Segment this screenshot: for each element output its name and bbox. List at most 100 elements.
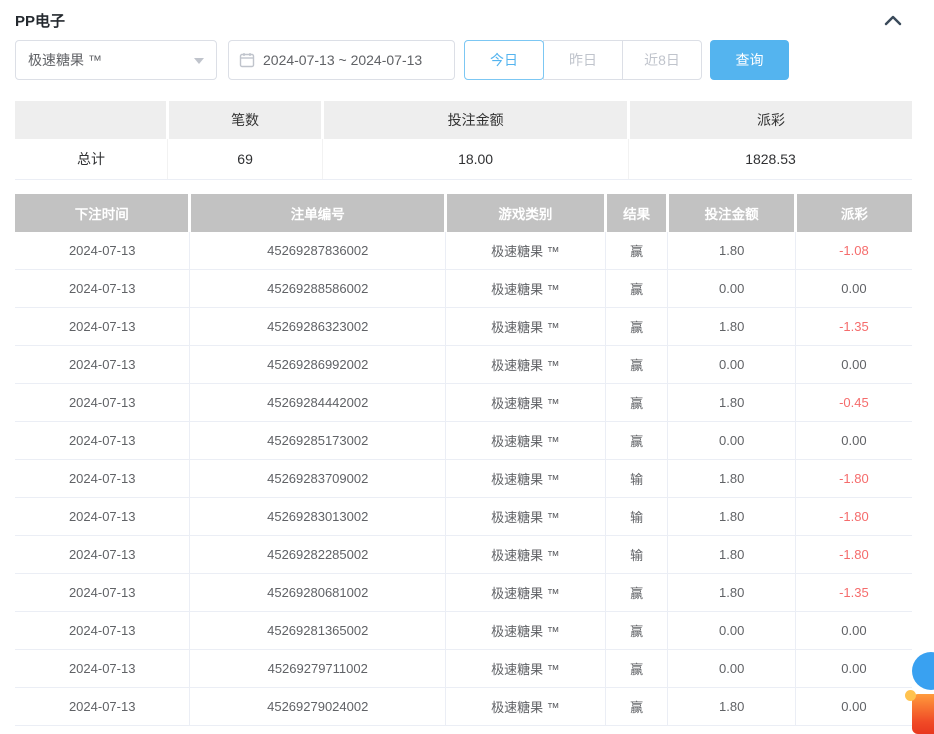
cell-bet-amount: 1.80 [668, 688, 795, 726]
cell-payout: -1.35 [795, 574, 912, 612]
records-header-result: 结果 [605, 194, 668, 232]
cell-bet-id: 45269283709002 [190, 460, 446, 498]
cell-bet-id: 45269281365002 [190, 612, 446, 650]
cell-result: 赢 [605, 612, 668, 650]
records-header-bet-id: 注单编号 [190, 194, 446, 232]
cell-game-type: 极速糖果 ™ [446, 384, 606, 422]
cell-bet-id: 45269287836002 [190, 232, 446, 270]
cell-bet-amount: 0.00 [668, 346, 795, 384]
cell-payout: -1.80 [795, 460, 912, 498]
collapse-panel-button[interactable] [882, 12, 904, 28]
records-header-row: 下注时间 注单编号 游戏类别 结果 投注金额 派彩 [15, 194, 912, 232]
cell-result: 赢 [605, 422, 668, 460]
cell-result: 赢 [605, 574, 668, 612]
summary-table: 笔数 投注金额 派彩 总计 69 18.00 1828.53 [15, 101, 912, 180]
cell-bet-id: 45269279024002 [190, 688, 446, 726]
summary-header-payout: 派彩 [629, 101, 912, 139]
cell-payout: -1.35 [795, 308, 912, 346]
cell-bet-time: 2024-07-13 [15, 574, 190, 612]
cell-game-type: 极速糖果 ™ [446, 232, 606, 270]
cell-bet-id: 45269280681002 [190, 574, 446, 612]
table-row: 2024-07-13 45269280681002 极速糖果 ™ 赢 1.80 … [15, 574, 912, 612]
cell-bet-id: 45269282285002 [190, 536, 446, 574]
cell-result: 赢 [605, 384, 668, 422]
coin-icon [905, 690, 916, 701]
cell-bet-id: 45269279711002 [190, 650, 446, 688]
red-packet-icon[interactable] [912, 694, 934, 734]
table-row: 2024-07-13 45269281365002 极速糖果 ™ 赢 0.00 … [15, 612, 912, 650]
cell-payout: -1.80 [795, 536, 912, 574]
quick-filter-yesterday[interactable]: 昨日 [543, 40, 623, 80]
summary-header-bet-amount: 投注金额 [323, 101, 629, 139]
cell-bet-time: 2024-07-13 [15, 688, 190, 726]
cell-game-type: 极速糖果 ™ [446, 574, 606, 612]
summary-total-count: 69 [167, 139, 322, 179]
cell-payout: -1.80 [795, 498, 912, 536]
cell-result: 赢 [605, 688, 668, 726]
cell-bet-amount: 1.80 [668, 498, 795, 536]
cell-bet-amount: 1.80 [668, 460, 795, 498]
panel-title: PP电子 [15, 10, 65, 31]
cell-bet-amount: 1.80 [668, 232, 795, 270]
cell-bet-id: 45269288586002 [190, 270, 446, 308]
cell-result: 赢 [605, 650, 668, 688]
cell-bet-time: 2024-07-13 [15, 422, 190, 460]
table-row: 2024-07-13 45269288586002 极速糖果 ™ 赢 0.00 … [15, 270, 912, 308]
table-row: 2024-07-13 45269286323002 极速糖果 ™ 赢 1.80 … [15, 308, 912, 346]
summary-total-bet-amount: 18.00 [323, 139, 629, 179]
table-row: 2024-07-13 45269279024002 极速糖果 ™ 赢 1.80 … [15, 688, 912, 726]
quick-filter-last8days[interactable]: 近8日 [622, 40, 702, 80]
panel-header: PP电子 [15, 0, 912, 22]
quick-filter-today[interactable]: 今日 [464, 40, 544, 80]
caret-down-icon [194, 58, 204, 69]
cell-bet-id: 45269284442002 [190, 384, 446, 422]
cell-bet-amount: 1.80 [668, 384, 795, 422]
summary-total-payout: 1828.53 [629, 139, 912, 179]
cell-bet-time: 2024-07-13 [15, 536, 190, 574]
cell-game-type: 极速糖果 ™ [446, 498, 606, 536]
cell-payout: -0.45 [795, 384, 912, 422]
date-range-picker[interactable]: 2024-07-13 ~ 2024-07-13 [228, 40, 455, 80]
cell-bet-amount: 0.00 [668, 422, 795, 460]
cell-bet-time: 2024-07-13 [15, 612, 190, 650]
cell-result: 赢 [605, 308, 668, 346]
calendar-icon [239, 52, 263, 68]
game-select[interactable]: 极速糖果 ™ [15, 40, 217, 80]
cell-result: 输 [605, 498, 668, 536]
cell-payout: 0.00 [795, 270, 912, 308]
cell-bet-id: 45269283013002 [190, 498, 446, 536]
records-header-payout: 派彩 [795, 194, 912, 232]
cell-bet-time: 2024-07-13 [15, 384, 190, 422]
records-body: 2024-07-13 45269287836002 极速糖果 ™ 赢 1.80 … [15, 232, 912, 726]
cell-game-type: 极速糖果 ™ [446, 536, 606, 574]
table-row: 2024-07-13 45269284442002 极速糖果 ™ 赢 1.80 … [15, 384, 912, 422]
search-button[interactable]: 查询 [710, 40, 789, 80]
records-header-bet-amount: 投注金额 [668, 194, 795, 232]
date-range-value: 2024-07-13 ~ 2024-07-13 [263, 52, 422, 68]
table-row: 2024-07-13 45269283013002 极速糖果 ™ 输 1.80 … [15, 498, 912, 536]
cell-bet-amount: 0.00 [668, 650, 795, 688]
summary-header-count: 笔数 [167, 101, 322, 139]
quick-date-group: 今日 昨日 近8日 [464, 40, 702, 80]
cell-result: 输 [605, 460, 668, 498]
cell-game-type: 极速糖果 ™ [446, 422, 606, 460]
cell-bet-time: 2024-07-13 [15, 460, 190, 498]
cell-bet-time: 2024-07-13 [15, 650, 190, 688]
records-header-game-type: 游戏类别 [446, 194, 606, 232]
cell-game-type: 极速糖果 ™ [446, 688, 606, 726]
chevron-up-icon [884, 14, 902, 26]
pp-games-panel: PP电子 极速糖果 ™ 2024-07-13 ~ 2024-07-13 今日 昨… [0, 0, 934, 726]
table-row: 2024-07-13 45269287836002 极速糖果 ™ 赢 1.80 … [15, 232, 912, 270]
cell-bet-time: 2024-07-13 [15, 270, 190, 308]
table-row: 2024-07-13 45269279711002 极速糖果 ™ 赢 0.00 … [15, 650, 912, 688]
filter-bar: 极速糖果 ™ 2024-07-13 ~ 2024-07-13 今日 昨日 近8日… [15, 40, 912, 80]
table-row: 2024-07-13 45269283709002 极速糖果 ™ 输 1.80 … [15, 460, 912, 498]
cell-game-type: 极速糖果 ™ [446, 346, 606, 384]
cell-game-type: 极速糖果 ™ [446, 308, 606, 346]
records-header-bet-time: 下注时间 [15, 194, 190, 232]
cell-bet-amount: 0.00 [668, 612, 795, 650]
cell-bet-id: 45269286992002 [190, 346, 446, 384]
cell-bet-time: 2024-07-13 [15, 498, 190, 536]
cell-bet-id: 45269285173002 [190, 422, 446, 460]
game-select-value: 极速糖果 ™ [28, 50, 102, 70]
